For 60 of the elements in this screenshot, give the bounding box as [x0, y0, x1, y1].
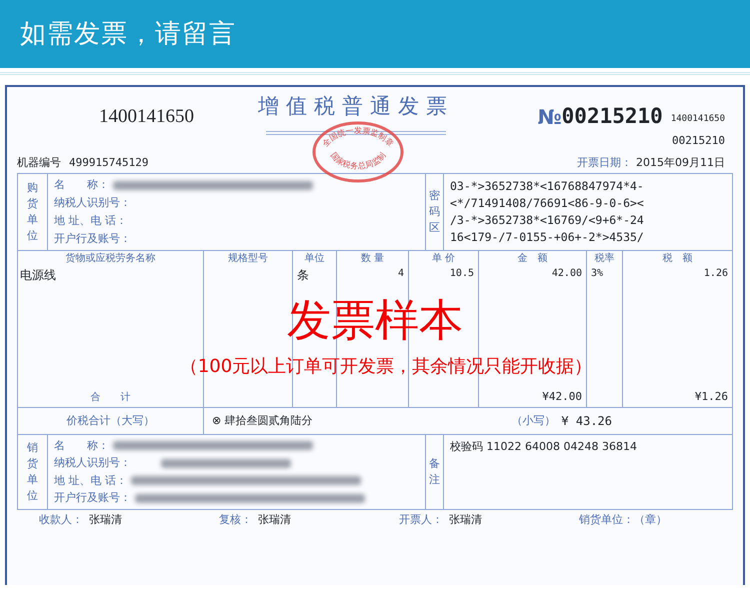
amount-in-words: ⊗ 肆拾叁圆贰角陆分 — [212, 412, 313, 429]
amount-in-figures: ¥ 43.26 — [561, 413, 612, 430]
sample-note: （100元以上订单可开发票，其余情况只能开收据） — [180, 355, 592, 379]
amount-figures-label: （小写） — [511, 412, 556, 429]
amount-words-label: 价税合计（大写） — [66, 412, 154, 429]
seal-stamp: 全国统一发票监制章 国家税务总局监制 — [312, 121, 404, 183]
check-code: 校验码 11022 64008 04248 36814 — [450, 439, 638, 455]
column-header: 单位 — [304, 252, 326, 266]
table-cell-text: 42.00 — [550, 267, 582, 281]
signature-name: 张瑞清 — [258, 512, 291, 528]
cipher-line: <*/71491408/76691<86-9-0-6>< — [450, 195, 645, 212]
field-label: 纳税人识别号： — [54, 455, 131, 471]
invoice-date: 2015年09月11日 — [636, 155, 725, 171]
date-label: 开票日期： — [577, 155, 632, 171]
field-label: 开户行及账号： — [54, 490, 131, 506]
total-amount: ¥1.26 — [694, 388, 728, 404]
table-cell-text: 电源线 — [20, 267, 57, 284]
invoice-number: 00215210 — [562, 103, 663, 130]
side-label: 备注 — [429, 456, 440, 488]
column-header: 金 额 — [516, 252, 548, 266]
side-label: 密码区 — [429, 188, 440, 236]
table-cell-text: 4 — [396, 267, 404, 281]
column-header: 税率 — [594, 252, 616, 266]
small-code: 1400141650 — [670, 113, 725, 126]
total-label: 合 计 — [90, 390, 130, 405]
cipher-line: 16<179-/7-0155-+06+-2*>4535/ — [450, 229, 645, 246]
side-label: 销货单位 — [27, 440, 38, 504]
field-label: 纳税人识别号： — [54, 194, 131, 211]
column-header: 单 价 — [430, 252, 456, 266]
table-cell-text: 条 — [297, 267, 310, 284]
banner-title: 如需发票，请留言 — [20, 18, 236, 50]
invoice-code: 1400141650 — [99, 105, 194, 129]
column-header: 数 量 — [360, 252, 386, 266]
machine-number: 499915745129 — [69, 154, 148, 170]
column-header: 货物或应税劳务名称 — [64, 252, 156, 266]
sample-watermark: 发票样本 — [287, 299, 463, 343]
table-cell-text: 3% — [591, 267, 604, 281]
invoice-title: 增值税普通发票 — [258, 93, 454, 120]
signature-label: 收款人： — [39, 512, 83, 528]
signature-name: 张瑞清 — [449, 512, 482, 528]
field-label: 名 称： — [54, 438, 109, 454]
machine-label: 机器编号 — [17, 154, 61, 170]
side-label: 购货单位 — [27, 180, 38, 244]
column-header: 规格型号 — [227, 252, 269, 266]
cipher-line: 03-*>3652738*<16768847974*4- — [450, 178, 645, 195]
table-cell-text: 10.5 — [448, 267, 474, 281]
table-cell-text: 1.26 — [702, 267, 728, 281]
number-sign: № — [538, 104, 562, 131]
column-header: 税 额 — [662, 252, 694, 266]
signature-label: 销货单位：（章） — [579, 512, 667, 528]
signature-name: 张瑞清 — [89, 512, 122, 528]
cipher-line: /3-*>3652738*<16769/<9+6*-24 — [450, 212, 645, 229]
signature-label: 复核： — [219, 512, 252, 528]
field-label: 地 址、电 话： — [54, 472, 127, 488]
small-number: 00215210 — [672, 132, 725, 148]
signature-label: 开票人： — [399, 512, 443, 528]
total-amount: ¥42.00 — [542, 388, 582, 404]
field-label: 地 址、电 话： — [54, 212, 127, 229]
field-label: 名 称： — [54, 176, 109, 193]
field-label: 开户行及账号： — [54, 230, 131, 247]
